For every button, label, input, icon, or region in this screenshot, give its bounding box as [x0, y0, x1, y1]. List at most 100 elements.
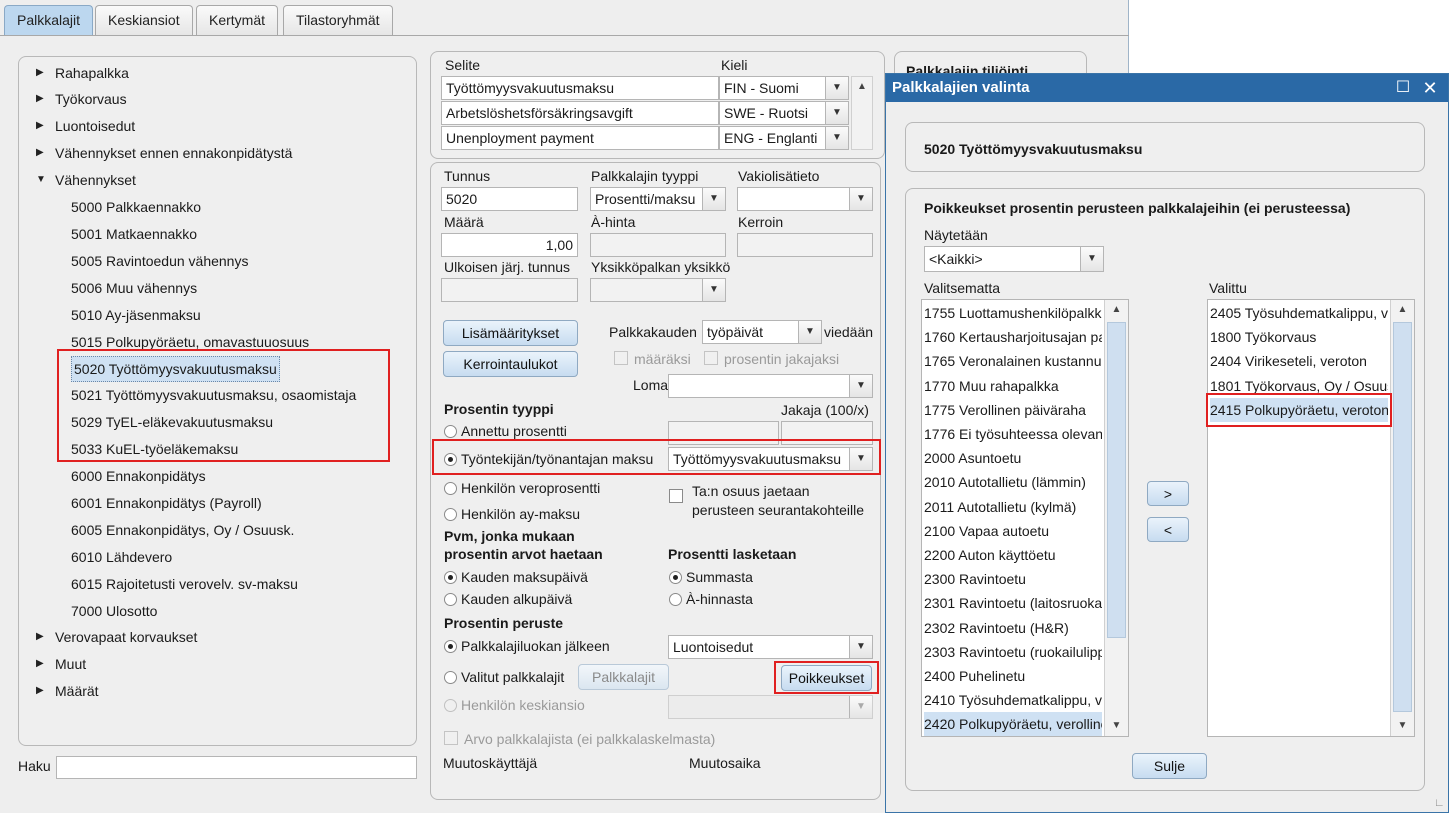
vakio-select[interactable]: ▼ — [737, 187, 873, 211]
kerrointaulukot-button[interactable]: Kerrointaulukot — [443, 351, 578, 377]
move-left-button[interactable]: < — [1147, 517, 1189, 542]
jakaja-field[interactable] — [781, 421, 873, 445]
henkilon-veroprosentti-radio[interactable] — [444, 482, 457, 495]
list-item[interactable]: 1776 Ei työsuhteessa olevan palkka — [924, 422, 1102, 446]
ulkoinen-field[interactable] — [441, 278, 578, 302]
list-item[interactable]: 1801 Työkorvaus, Oy / Osuuskunta — [1210, 374, 1388, 398]
list-item[interactable]: 2303 Ravintoetu (ruokailulippu) — [924, 640, 1102, 664]
henkilon-ay-maksu-radio[interactable] — [444, 508, 457, 521]
chevron-down-icon[interactable]: ▼ — [849, 696, 872, 718]
list-item[interactable]: 1770 Muu rahapalkka — [924, 374, 1102, 398]
expand-arrow-icon[interactable]: ▶ — [36, 141, 44, 165]
list-item[interactable]: 2302 Ravintoetu (H&R) — [924, 616, 1102, 640]
kauden-alkupaiva-radio[interactable] — [444, 593, 457, 606]
list-item[interactable]: 2415 Polkupyöräetu, veroton — [1210, 397, 1388, 422]
naytetaan-select[interactable]: <Kaikki> ▼ — [924, 246, 1104, 272]
summasta-radio[interactable] — [669, 571, 682, 584]
collapse-arrow-icon[interactable]: ▼ — [36, 168, 46, 192]
chevron-down-icon[interactable]: ▼ — [849, 448, 872, 470]
selite-eng-field[interactable]: Unenployment payment — [441, 126, 719, 150]
tab-keskiansiot[interactable]: Keskiansiot — [95, 5, 193, 35]
list-item[interactable]: 1760 Kertausharjoitusajan palkka — [924, 325, 1102, 349]
chevron-down-icon[interactable]: ▼ — [798, 321, 821, 343]
selected-scrollbar[interactable]: ▲ ▼ — [1390, 300, 1414, 736]
kieli-eng-select[interactable]: ENG - Englanti ▼ — [719, 126, 849, 150]
chevron-down-icon[interactable]: ▼ — [849, 636, 872, 658]
kerroin-field[interactable] — [737, 233, 873, 257]
list-item[interactable]: 2000 Asuntoetu — [924, 446, 1102, 470]
chevron-down-icon[interactable]: ▼ — [849, 188, 872, 210]
maara-field[interactable]: 1,00 — [441, 233, 578, 257]
resize-grip-icon[interactable]: ∟ — [1434, 797, 1445, 809]
list-item[interactable]: 1755 Luottamushenkilöpalkkio — [924, 301, 1102, 325]
a-hinnasta-radio[interactable] — [669, 593, 682, 606]
chevron-down-icon[interactable]: ▼ — [825, 127, 848, 149]
list-item[interactable]: 1800 Työkorvaus — [1210, 325, 1388, 349]
list-item[interactable]: 1775 Verollinen päiväraha — [924, 398, 1102, 422]
sulje-button[interactable]: Sulje — [1132, 753, 1207, 779]
list-item[interactable]: 2400 Puhelinetu — [924, 664, 1102, 688]
yksikko-select[interactable]: ▼ — [590, 278, 726, 302]
tyontekijan-maksu-select[interactable]: Työttömyysvakuutusmaksu ▼ — [668, 447, 873, 471]
palkkalajit-button[interactable]: Palkkalajit — [578, 664, 669, 690]
expand-arrow-icon[interactable]: ▶ — [36, 61, 44, 85]
lisamaaritykset-button[interactable]: Lisämääritykset — [443, 320, 578, 346]
tab-tilastoryhmat[interactable]: Tilastoryhmät — [283, 5, 393, 35]
dialog-titlebar[interactable]: Palkkalajien valinta ☐ ✕ — [886, 74, 1448, 102]
chevron-down-icon[interactable]: ▼ — [825, 77, 848, 99]
maaraksi-checkbox[interactable] — [614, 351, 628, 365]
palkkakauden-select[interactable]: työpäivät ▼ — [702, 320, 822, 344]
scroll-thumb[interactable] — [1107, 322, 1126, 638]
expand-arrow-icon[interactable]: ▶ — [36, 625, 44, 649]
expand-arrow-icon[interactable]: ▶ — [36, 679, 44, 703]
palkkalajiluokan-radio[interactable] — [444, 640, 457, 653]
list-item[interactable]: 2410 Työsuhdematkalippu, verollinen — [924, 688, 1102, 712]
tab-palkkalajit[interactable]: Palkkalajit — [4, 5, 94, 35]
search-input[interactable] — [56, 756, 417, 779]
selite-swe-field[interactable]: Arbetslöshetsförsäkringsavgift — [441, 101, 719, 125]
list-item[interactable]: 2010 Autotallietu (lämmin) — [924, 470, 1102, 494]
chevron-down-icon[interactable]: ▼ — [825, 102, 848, 124]
close-icon[interactable]: ✕ — [1419, 74, 1441, 102]
unselected-list[interactable]: 1755 Luottamushenkilöpalkkio 1760 Kertaus… — [921, 299, 1129, 737]
expand-arrow-icon[interactable]: ▶ — [36, 87, 44, 111]
move-right-button[interactable]: > — [1147, 481, 1189, 506]
ahinta-field[interactable] — [590, 233, 726, 257]
loma-select[interactable]: ▼ — [668, 374, 873, 398]
list-item[interactable]: 2300 Ravintoetu — [924, 567, 1102, 591]
list-item[interactable]: 2404 Virikeseteli, veroton — [1210, 349, 1388, 373]
henkilon-keskiansio-radio[interactable] — [444, 699, 457, 712]
selected-list[interactable]: 2405 Työsuhdematkalippu, verovapaa1800 T… — [1207, 299, 1415, 737]
jakajaksi-checkbox[interactable] — [704, 351, 718, 365]
taosuus-checkbox[interactable] — [669, 489, 683, 503]
scroll-up-icon[interactable]: ▲ — [852, 77, 872, 97]
scroll-up-icon[interactable]: ▲ — [1105, 300, 1128, 320]
maximize-icon[interactable]: ☐ — [1392, 74, 1414, 102]
expand-arrow-icon[interactable]: ▶ — [36, 652, 44, 676]
poikkeukset-button[interactable]: Poikkeukset — [781, 665, 872, 691]
description-scrollbar[interactable]: ▲ — [851, 76, 873, 150]
tunnus-field[interactable]: 5020 — [441, 187, 578, 211]
selite-fin-field[interactable]: Työttömyysvakuutusmaksu — [441, 76, 719, 100]
kieli-swe-select[interactable]: SWE - Ruotsi ▼ — [719, 101, 849, 125]
list-item[interactable]: 2200 Auton käyttöetu — [924, 543, 1102, 567]
palkkalajiluokan-select[interactable]: Luontoisedut ▼ — [668, 635, 873, 659]
kauden-maksupaiva-radio[interactable] — [444, 571, 457, 584]
chevron-down-icon[interactable]: ▼ — [1080, 247, 1103, 271]
valitut-palkkalajit-radio[interactable] — [444, 671, 457, 684]
annettu-prosentti-radio[interactable] — [444, 425, 457, 438]
tab-kertymat[interactable]: Kertymät — [196, 5, 279, 35]
kieli-fin-select[interactable]: FIN - Suomi ▼ — [719, 76, 849, 100]
chevron-down-icon[interactable]: ▼ — [702, 279, 725, 301]
scroll-up-icon[interactable]: ▲ — [1391, 300, 1414, 320]
list-item[interactable]: 2100 Vapaa autoetu — [924, 519, 1102, 543]
chevron-down-icon[interactable]: ▼ — [849, 375, 872, 397]
scroll-down-icon[interactable]: ▼ — [1105, 716, 1128, 736]
list-item[interactable]: 2301 Ravintoetu (laitosruokailu) — [924, 591, 1102, 615]
prosentti-field[interactable] — [668, 421, 779, 445]
chevron-down-icon[interactable]: ▼ — [702, 188, 725, 210]
unselected-scrollbar[interactable]: ▲ ▼ — [1104, 300, 1128, 736]
list-item[interactable]: 1765 Veronalainen kustannusten korvaus — [924, 349, 1102, 373]
arvo-palkkalajista-checkbox[interactable] — [444, 731, 458, 745]
tyontekijan-maksu-radio[interactable] — [444, 453, 457, 466]
